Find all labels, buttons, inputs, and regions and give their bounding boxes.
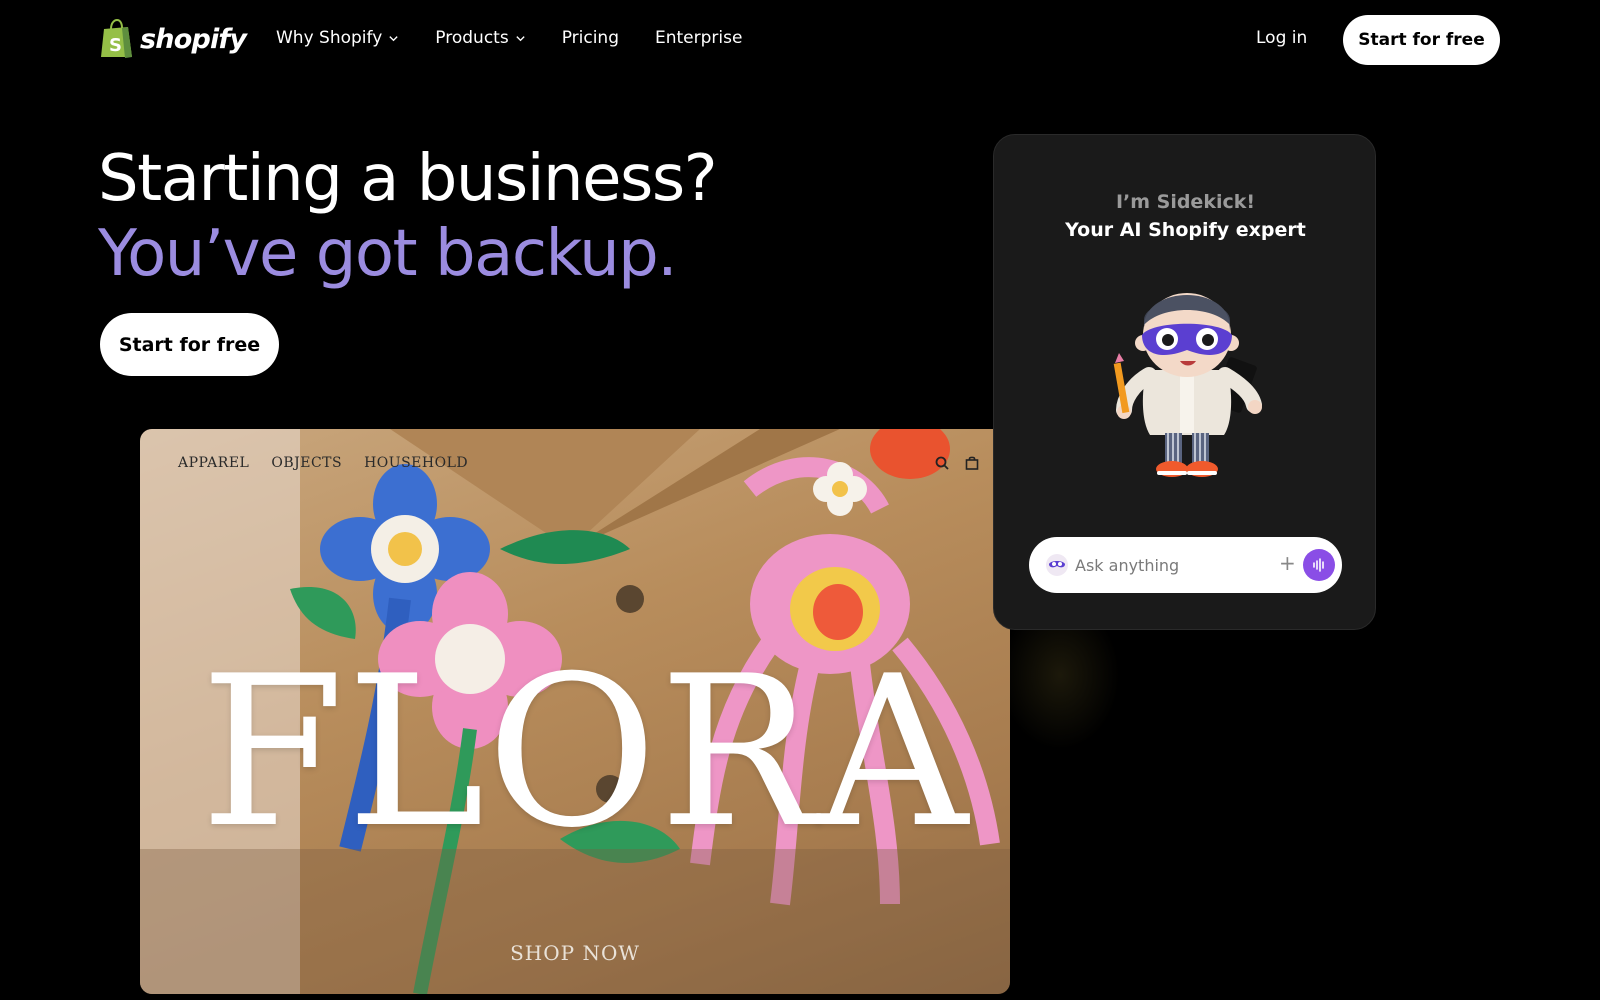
sidekick-card: I’m Sidekick! Your AI Shopify expert Ask…	[993, 134, 1376, 630]
shop-now-link[interactable]: SHOP NOW	[140, 941, 1010, 965]
shopify-bag-icon: S	[101, 19, 132, 58]
store-preview-card: APPAREL OBJECTS HOUSEHOLD FLORA SHOP NOW	[140, 429, 1010, 994]
nav-why-shopify[interactable]: Why Shopify	[276, 28, 399, 48]
sidekick-mascot-illustration	[1113, 293, 1262, 477]
nav-links: Why Shopify Products Pricing Enterprise	[276, 28, 778, 48]
store-nav-apparel[interactable]: APPAREL	[178, 455, 249, 471]
nav-link-label: Enterprise	[655, 28, 743, 48]
store-nav-household[interactable]: HOUSEHOLD	[364, 455, 468, 471]
nav-products[interactable]: Products	[435, 28, 525, 48]
nav-pricing[interactable]: Pricing	[562, 28, 619, 48]
chevron-down-icon	[389, 35, 398, 41]
hero-headline: Starting a business?	[98, 142, 718, 216]
nav-link-label: Why Shopify	[276, 28, 383, 48]
nav-link-label: Pricing	[561, 28, 619, 48]
logo-wordmark: shopify	[140, 23, 247, 55]
ask-anything-input[interactable]	[1075, 549, 1265, 581]
waveform-icon	[1313, 558, 1324, 572]
sidekick-subtitle: Your AI Shopify expert	[1065, 219, 1306, 241]
top-navigation: S shopify Why Shopify Products Pricing E…	[0, 0, 1600, 80]
nav-link-label: Products	[435, 28, 509, 48]
shopify-logo[interactable]: S shopify	[99, 19, 247, 59]
store-icons	[934, 455, 980, 471]
sidekick-ask-bar: +	[1029, 537, 1342, 593]
store-brand-title: FLORA	[200, 632, 970, 874]
svg-text:S: S	[109, 35, 122, 56]
hero-start-free-button[interactable]: Start for free	[100, 313, 279, 376]
chevron-down-icon	[516, 35, 525, 41]
add-attachment-icon[interactable]: +	[1279, 551, 1296, 575]
bag-icon[interactable]	[964, 455, 980, 471]
nav-start-free-button[interactable]: Start for free	[1343, 15, 1500, 65]
store-nav-objects[interactable]: OBJECTS	[271, 455, 342, 471]
store-nav: APPAREL OBJECTS HOUSEHOLD	[178, 455, 468, 471]
sidekick-avatar-icon	[1046, 554, 1068, 576]
login-link[interactable]: Log in	[1256, 28, 1307, 48]
hero-subheadline: You’ve got backup.	[98, 217, 678, 291]
sidekick-title: I’m Sidekick!	[1115, 191, 1256, 213]
nav-enterprise[interactable]: Enterprise	[655, 28, 742, 48]
voice-input-button[interactable]	[1303, 549, 1335, 581]
search-icon[interactable]	[934, 455, 950, 471]
